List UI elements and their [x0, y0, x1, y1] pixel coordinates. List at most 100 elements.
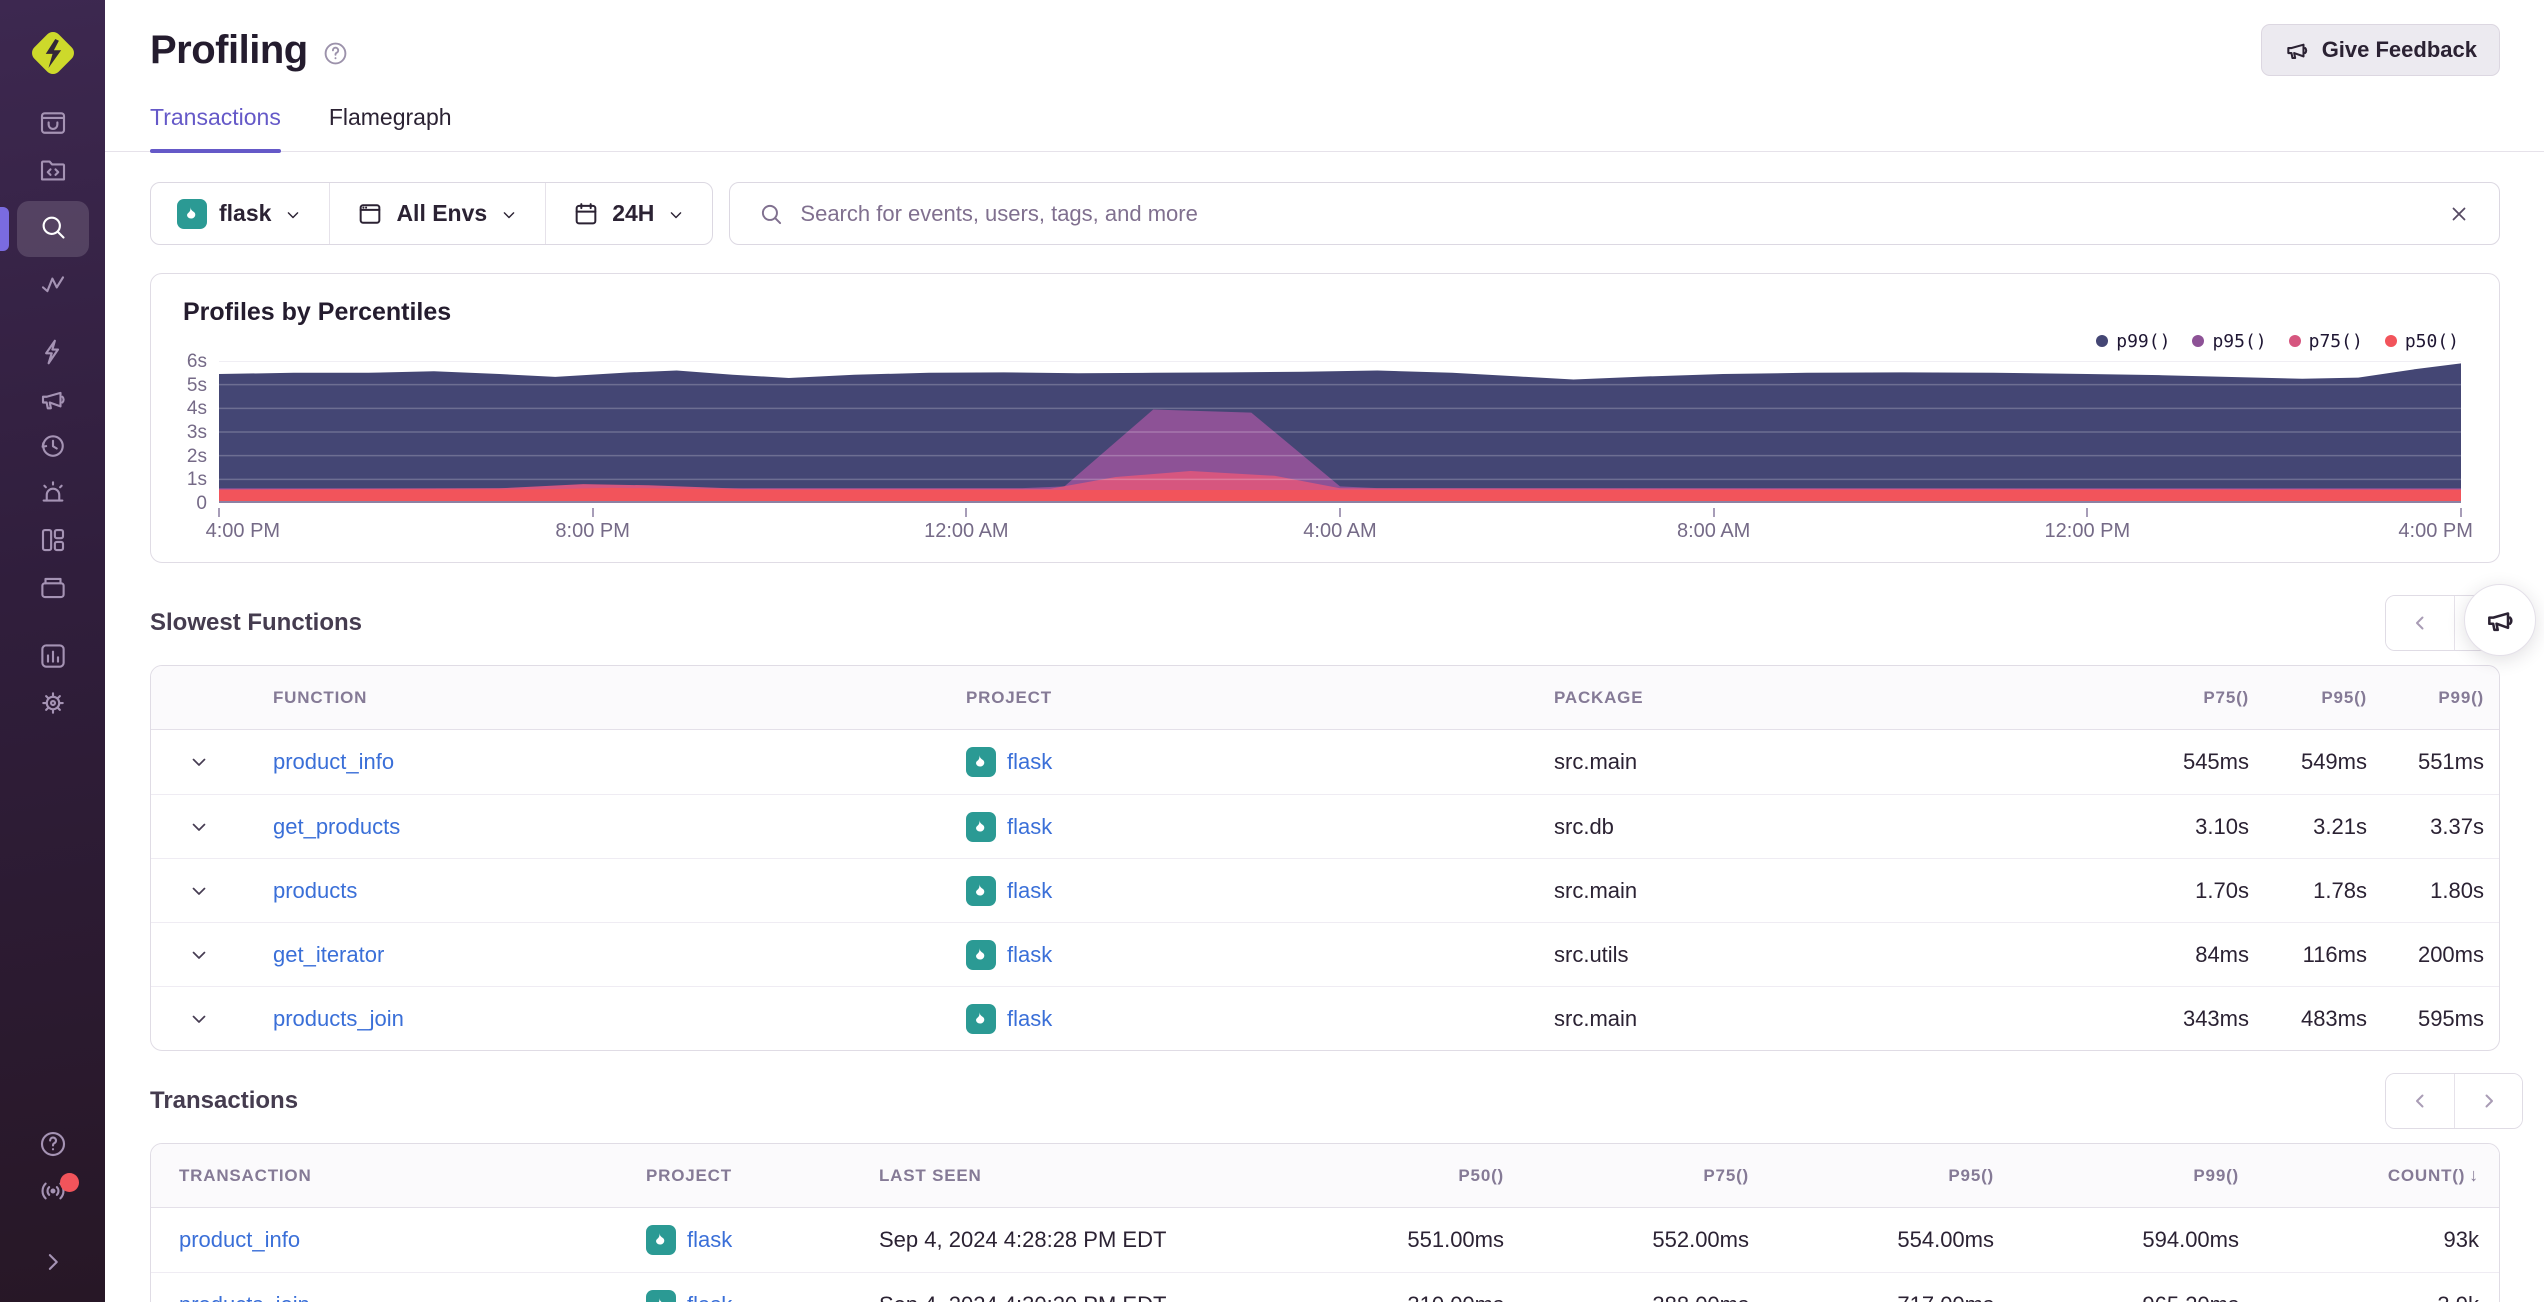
- legend-item-p75[interactable]: p75(): [2288, 331, 2363, 352]
- project-link[interactable]: flask: [1007, 749, 1052, 775]
- flask-project-icon: [966, 939, 996, 970]
- sidebar-item-whats-new[interactable]: [17, 1170, 89, 1217]
- prev-page-button[interactable]: [2386, 1074, 2454, 1128]
- megaphone-icon: [2286, 43, 2307, 60]
- sidebar-item-help[interactable]: [17, 1123, 89, 1170]
- project-link[interactable]: flask: [1007, 814, 1052, 840]
- sidebar-item-explore[interactable]: [0, 201, 89, 257]
- slowest-functions-table-header: FUNCTION PROJECT PACKAGE P75() P95() P99(): [151, 666, 2499, 730]
- project-filter[interactable]: flask: [151, 183, 329, 244]
- function-link[interactable]: product_info: [273, 749, 394, 774]
- x-tick-label: 12:00 AM: [924, 520, 1009, 542]
- calendar-icon: [572, 200, 600, 228]
- column-header[interactable]: P99(): [1994, 1166, 2239, 1186]
- legend-dot: [2096, 335, 2109, 347]
- sidebar-item-alerts[interactable]: [17, 472, 89, 519]
- filter-bar: flask All Envs 24H: [150, 182, 2500, 245]
- legend-item-p99[interactable]: p99(): [2096, 331, 2170, 352]
- function-link[interactable]: get_iterator: [273, 942, 384, 967]
- prev-page-button[interactable]: [2386, 596, 2454, 650]
- search-input[interactable]: [800, 200, 2431, 227]
- table-row[interactable]: get_products flask src.db 3.10s 3.21s 3.37s: [151, 794, 2499, 858]
- expand-row-chevron[interactable]: [151, 943, 246, 967]
- sidebar-item-issues[interactable]: [17, 102, 89, 149]
- question-circle-icon[interactable]: [322, 40, 349, 67]
- column-header[interactable]: P75(): [1504, 1166, 1749, 1186]
- y-tick-label: 3s: [186, 422, 207, 443]
- tab-transactions[interactable]: Transactions: [150, 104, 281, 153]
- function-link[interactable]: products: [273, 878, 357, 903]
- expand-row-chevron[interactable]: [151, 750, 246, 774]
- sidebar-item-quickstart[interactable]: [17, 331, 89, 378]
- column-header[interactable]: P50(): [1259, 1166, 1504, 1186]
- close-icon[interactable]: [2447, 202, 2471, 226]
- column-header[interactable]: PROJECT: [618, 1166, 851, 1186]
- column-header[interactable]: P99(): [2367, 688, 2499, 708]
- table-row[interactable]: products_join flask src.main 343ms 483ms 595m…: [151, 986, 2499, 1050]
- transaction-link[interactable]: products_join: [179, 1292, 310, 1302]
- chevron-down-icon: [499, 204, 519, 224]
- main-content: Profiling Give Feedback Transactions Flam…: [105, 0, 2544, 1302]
- table-row[interactable]: get_iterator flask src.utils 84ms 116ms 200ms: [151, 922, 2499, 986]
- sidebar-nav: [0, 102, 105, 729]
- expand-row-chevron[interactable]: [151, 815, 246, 839]
- column-header[interactable]: PACKAGE: [1529, 688, 2129, 708]
- column-header[interactable]: P95(): [1749, 1166, 1994, 1186]
- sidebar-item-replays[interactable]: [17, 425, 89, 472]
- sentry-logo[interactable]: [24, 24, 82, 82]
- feedback-widget-button[interactable]: [2464, 584, 2536, 656]
- table-row[interactable]: products_join flask Sep 4, 2024 4:30:20 PM…: [151, 1272, 2499, 1302]
- count-value: 93k: [2443, 1227, 2479, 1252]
- give-feedback-button[interactable]: Give Feedback: [2260, 24, 2500, 76]
- sidebar-collapse-button[interactable]: [17, 1241, 89, 1288]
- column-header[interactable]: P95(): [2249, 688, 2367, 708]
- count-value: 3.9k: [2239, 1292, 2499, 1302]
- p99-value: 200ms: [2417, 941, 2484, 967]
- y-tick-label: 5s: [186, 374, 207, 396]
- project-link[interactable]: flask: [687, 1227, 732, 1253]
- x-tick-label: 4:00 AM: [1303, 520, 1377, 542]
- metrics-icon: [38, 268, 68, 303]
- column-header[interactable]: LAST SEEN: [851, 1166, 1259, 1186]
- legend-item-p95[interactable]: p95(): [2192, 331, 2267, 352]
- transaction-link[interactable]: product_info: [179, 1227, 300, 1252]
- tab-flamegraph[interactable]: Flamegraph: [329, 104, 452, 151]
- column-header[interactable]: COUNT() ↓: [2239, 1165, 2499, 1186]
- last-seen-cell: Sep 4, 2024 4:30:20 PM EDT: [851, 1292, 1259, 1302]
- table-row[interactable]: product_info flask Sep 4, 2024 4:28:28 PM …: [151, 1208, 2499, 1272]
- replay-clock-icon: [38, 431, 68, 466]
- table-row[interactable]: product_info flask src.main 545ms 549ms 551ms: [151, 730, 2499, 794]
- search-bar[interactable]: [729, 182, 2500, 245]
- project-link[interactable]: flask: [1007, 878, 1052, 904]
- legend-dot: [2288, 335, 2301, 347]
- function-link[interactable]: get_products: [273, 814, 400, 839]
- column-header[interactable]: TRANSACTION: [151, 1166, 618, 1186]
- slowest-functions-table: FUNCTION PROJECT PACKAGE P75() P95() P99() pr…: [150, 665, 2500, 1051]
- sidebar-item-metrics[interactable]: [17, 262, 89, 309]
- sidebar-item-dashboards[interactable]: [17, 519, 89, 566]
- column-header[interactable]: FUNCTION: [246, 688, 941, 708]
- legend-item-p50[interactable]: p50(): [2384, 331, 2459, 352]
- sidebar-item-releases[interactable]: [17, 566, 89, 613]
- project-link[interactable]: flask: [1007, 942, 1052, 968]
- sidebar-item-projects[interactable]: [17, 149, 89, 196]
- sidebar-item-stats[interactable]: [17, 635, 89, 682]
- project-link[interactable]: flask: [687, 1292, 732, 1302]
- sidebar-item-feedback[interactable]: [17, 378, 89, 425]
- table-row[interactable]: products flask src.main 1.70s 1.78s 1.80s: [151, 858, 2499, 922]
- column-header[interactable]: P75(): [2129, 688, 2249, 708]
- column-header[interactable]: PROJECT: [941, 688, 1529, 708]
- next-page-button[interactable]: [2454, 1074, 2522, 1128]
- help-icon: [38, 1129, 68, 1164]
- p99-value: 1.80s: [2430, 877, 2484, 903]
- expand-row-chevron[interactable]: [151, 879, 246, 903]
- sidebar-item-settings[interactable]: [17, 682, 89, 729]
- x-axis-tick: [591, 508, 594, 517]
- expand-row-chevron[interactable]: [151, 1007, 246, 1031]
- flask-project-icon: [646, 1289, 676, 1302]
- environment-filter[interactable]: All Envs: [329, 183, 545, 244]
- project-link[interactable]: flask: [1007, 1006, 1052, 1032]
- date-range-filter[interactable]: 24H: [545, 183, 712, 244]
- chart-plot[interactable]: 0 1s 2s 3s 4s 5s 6s: [187, 351, 2461, 514]
- function-link[interactable]: products_join: [273, 1006, 404, 1031]
